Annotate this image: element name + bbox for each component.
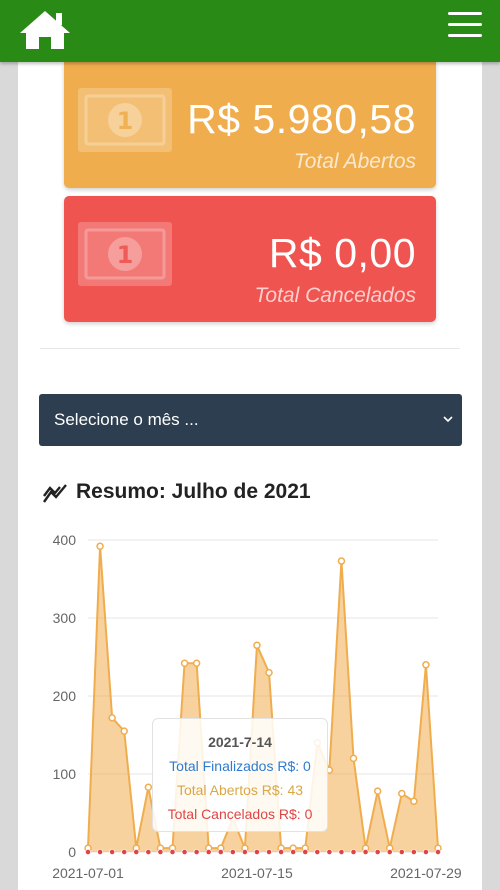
data-point-abertos (96, 542, 104, 550)
data-point-cancelados (229, 849, 236, 855)
data-point-cancelados (169, 849, 176, 855)
data-point-cancelados (410, 849, 417, 855)
data-point-cancelados (254, 849, 260, 855)
tooltip-abertos: Total Abertos R$: 43 (176, 782, 304, 798)
data-point-cancelados (145, 849, 152, 855)
data-point-cancelados (290, 849, 297, 855)
y-tick-label: 200 (53, 688, 77, 704)
y-tick-label: 300 (53, 610, 77, 626)
x-tick-label: 2021-07-29 (390, 865, 462, 881)
data-point-cancelados (97, 849, 103, 855)
data-point-cancelados (314, 849, 321, 855)
dashboard-content: 1 R$ 5.980,58 Total Abertos 1 R$ 0,00 To… (18, 62, 482, 890)
data-point-cancelados (386, 849, 393, 855)
svg-text:1: 1 (117, 241, 134, 269)
data-point-cancelados (181, 849, 188, 855)
data-point-cancelados (374, 849, 381, 855)
data-point-abertos (373, 787, 382, 795)
data-point-cancelados (85, 849, 91, 855)
x-tick-label: 2021-07-01 (52, 865, 124, 881)
data-point-abertos (180, 659, 189, 667)
monthly-summary-chart: 0100200300400 2021-07-01 2021-07-15 2021-0… (52, 532, 462, 881)
chart-tooltip: 2021-7-14 Total Finalizados R$: 0 Total … (152, 718, 328, 832)
data-point-abertos (349, 754, 358, 763)
total-cancelled-amount: R$ 0,00 (268, 230, 416, 276)
chevron-down-icon (443, 416, 453, 423)
data-point-abertos (253, 641, 261, 650)
data-point-cancelados (435, 849, 441, 855)
top-navbar (0, 0, 500, 62)
data-point-abertos (192, 659, 201, 667)
data-point-abertos (410, 797, 418, 806)
y-axis-ticks: 0 100 200 300 400 (53, 532, 77, 860)
data-point-abertos (144, 783, 153, 792)
data-point-abertos (337, 557, 346, 565)
tooltip-date: 2021-7-14 (208, 734, 272, 750)
y-tick-label: 400 (53, 532, 77, 548)
section-divider (40, 348, 460, 349)
hamburger-menu-icon (448, 12, 484, 37)
x-tick-label: 2021-07-15 (221, 865, 293, 881)
data-point-cancelados (362, 849, 369, 855)
data-point-abertos (108, 714, 116, 722)
tooltip-cancelados: Total Cancelados R$: 0 (167, 806, 313, 822)
home-icon (20, 11, 70, 49)
total-cancelled-label: Total Cancelados (254, 284, 417, 307)
month-select-value: Selecione o mês ... (54, 410, 199, 429)
month-select[interactable]: Selecione o mês ... (39, 394, 462, 446)
data-point-cancelados (217, 849, 224, 855)
data-point-cancelados (121, 849, 128, 855)
data-point-cancelados (205, 849, 212, 855)
y-tick-label: 100 (53, 766, 77, 782)
data-point-cancelados (302, 849, 309, 855)
data-point-cancelados (266, 849, 272, 855)
data-point-cancelados (241, 849, 248, 855)
data-point-cancelados (326, 849, 333, 855)
data-point-cancelados (193, 849, 200, 855)
menu-button[interactable] (448, 8, 484, 42)
data-point-abertos (422, 661, 430, 669)
banknote-icon: 1 (78, 222, 172, 286)
x-axis-ticks: 2021-07-01 2021-07-15 2021-07-29 (52, 865, 462, 881)
svg-text:1: 1 (117, 107, 134, 135)
data-point-cancelados (350, 849, 357, 855)
data-point-abertos (120, 727, 128, 735)
data-point-cancelados (278, 849, 285, 855)
y-tick-label: 0 (68, 844, 76, 860)
data-point-cancelados (133, 849, 140, 855)
data-point-cancelados (423, 849, 429, 855)
total-open-label: Total Abertos (293, 150, 416, 173)
data-point-cancelados (338, 849, 345, 855)
total-cancelled-card: 1 R$ 0,00 Total Cancelados (64, 196, 436, 322)
total-open-card: 1 R$ 5.980,58 Total Abertos (64, 62, 436, 188)
tooltip-finalizados: Total Finalizados R$: 0 (169, 758, 311, 774)
data-point-cancelados (157, 849, 164, 855)
trending-chart-icon (43, 484, 67, 503)
summary-title: Resumo: Julho de 2021 (76, 480, 311, 503)
data-point-cancelados (398, 849, 405, 855)
banknote-icon: 1 (78, 88, 172, 152)
total-open-amount: R$ 5.980,58 (187, 96, 416, 142)
home-button[interactable] (18, 9, 72, 51)
data-point-cancelados (109, 849, 116, 855)
data-point-abertos (398, 789, 406, 798)
data-point-abertos (265, 668, 273, 677)
